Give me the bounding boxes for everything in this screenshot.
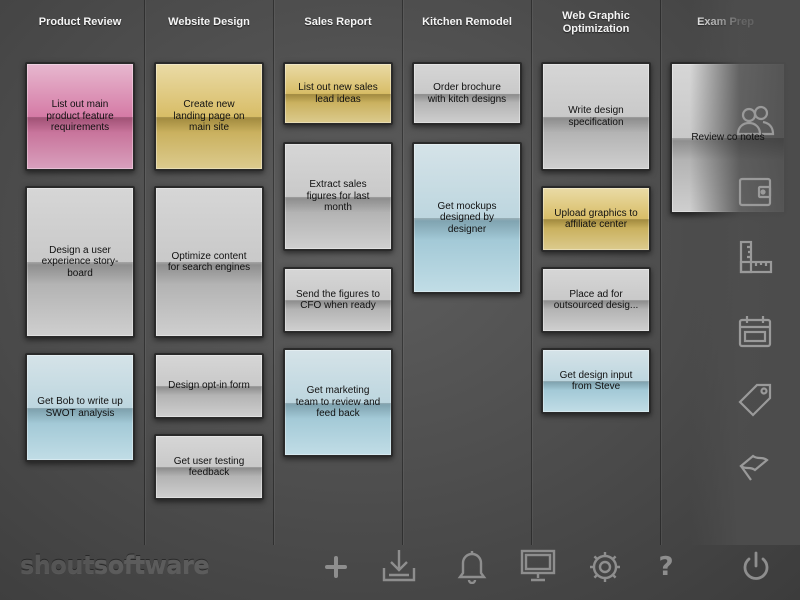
column-website-design: Website Design Create new landing page o…: [145, 0, 274, 545]
add-icon[interactable]: [315, 546, 357, 588]
column-title: Web Graphic Optimization: [562, 10, 630, 35]
task-card[interactable]: Get marketing team to review and feed ba…: [283, 348, 393, 457]
task-card[interactable]: List out main product feature requiremen…: [25, 62, 135, 171]
card-text: Review co notes: [691, 132, 765, 144]
tag-icon[interactable]: [730, 378, 780, 422]
task-card[interactable]: Extract sales figures for last month: [283, 142, 393, 251]
calendar-icon[interactable]: [730, 310, 780, 354]
ruler-icon[interactable]: [730, 236, 780, 280]
card-text: Order brochure with kitch designs: [427, 82, 507, 105]
card-text: Upload graphics to affiliate center: [554, 207, 638, 231]
card-text: Create new landing page on main site: [173, 99, 245, 134]
column-product-review: Product Review List out main product fea…: [16, 0, 145, 545]
card-text: Optimize content for search engines: [167, 250, 251, 274]
column-title: Exam Prep: [697, 16, 754, 28]
task-card[interactable]: Get mockups designed by designer: [412, 142, 522, 294]
shoutsoftware-logo: shoutsoftware: [20, 551, 210, 581]
column-title: Product Review: [38, 16, 122, 28]
monitor-icon[interactable]: [517, 544, 559, 586]
task-card[interactable]: List out new sales lead ideas: [283, 62, 393, 125]
column-title: Website Design: [168, 16, 250, 28]
card-text: Send the figures to CFO when ready: [296, 288, 380, 312]
task-card[interactable]: Get design input from Steve: [541, 348, 651, 414]
card-text: Get Bob to write up SWOT analysis: [37, 396, 123, 419]
card-text: Get mockups designed by designer: [437, 200, 497, 235]
gear-icon[interactable]: [584, 546, 626, 588]
card-text: Get marketing team to review and feed ba…: [295, 385, 381, 420]
task-card[interactable]: Write design specification: [541, 62, 651, 171]
column-kitchen-remodel: Kitchen Remodel Order brochure with kitc…: [403, 0, 532, 545]
column-title: Kitchen Remodel: [422, 16, 512, 28]
task-card[interactable]: Design a user experience story-board: [25, 186, 135, 338]
card-text: List out new sales lead ideas: [298, 82, 378, 105]
card-text: Design a user experience story-board: [41, 244, 119, 279]
card-text: Extract sales figures for last month: [306, 179, 370, 214]
task-board: Product Review List out main product fea…: [0, 0, 800, 545]
card-text: Get design input from Steve: [559, 369, 633, 393]
power-icon[interactable]: [735, 546, 777, 588]
card-text: List out main product feature requiremen…: [46, 99, 114, 134]
bell-icon[interactable]: [451, 544, 493, 586]
logo-shout: shout: [20, 551, 94, 579]
wallet-icon[interactable]: [730, 170, 780, 214]
help-icon[interactable]: ?: [645, 546, 687, 588]
column-web-graphic-optimization: Web Graphic Optimization Write design sp…: [532, 0, 661, 545]
task-card[interactable]: Place ad for outsourced desig...: [541, 267, 651, 333]
card-text: Get user testing feedback: [173, 455, 245, 479]
task-card[interactable]: Upload graphics to affiliate center: [541, 186, 651, 252]
task-card[interactable]: Get Bob to write up SWOT analysis: [25, 353, 135, 462]
column-title: Sales Report: [304, 16, 372, 28]
task-card[interactable]: Get user testing feedback: [154, 434, 264, 500]
task-card[interactable]: Send the figures to CFO when ready: [283, 267, 393, 333]
column-sales-report: Sales Report List out new sales lead ide…: [274, 0, 403, 545]
logo-software: software: [93, 551, 210, 579]
task-card[interactable]: Optimize content for search engines: [154, 186, 264, 338]
flag-icon[interactable]: [730, 446, 780, 490]
task-card[interactable]: Create new landing page on main site: [154, 62, 264, 171]
task-card[interactable]: Order brochure with kitch designs: [412, 62, 522, 125]
task-card[interactable]: Design opt-in form: [154, 353, 264, 419]
card-text: Place ad for outsourced desig...: [553, 288, 639, 312]
card-text: Design opt-in form: [168, 380, 250, 392]
card-text: Write design specification: [568, 105, 624, 128]
download-icon[interactable]: [378, 544, 420, 586]
